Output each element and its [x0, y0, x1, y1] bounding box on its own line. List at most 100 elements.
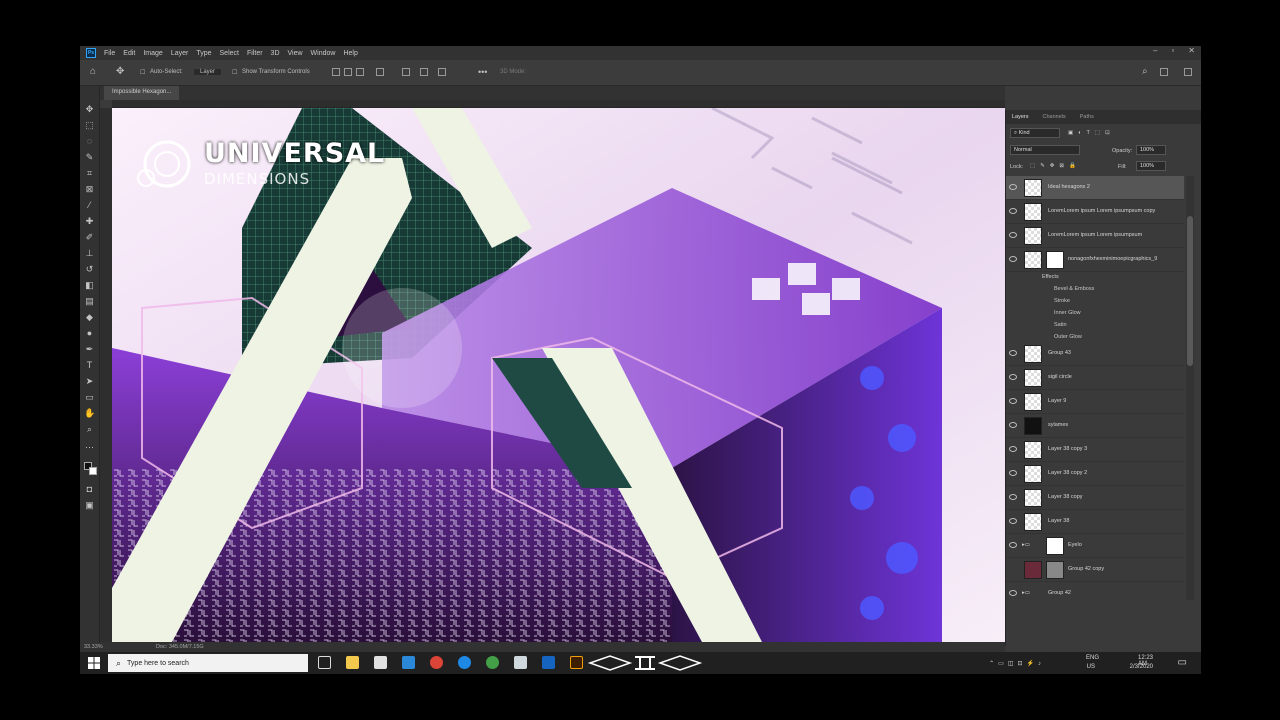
layers-scrollbar[interactable]	[1186, 176, 1194, 600]
document-canvas[interactable]: UNIVERSAL DIMENSIONS	[112, 108, 1005, 642]
document-tab[interactable]: Impossible Hexagon...	[104, 86, 180, 100]
visibility-eye-icon[interactable]	[1009, 184, 1017, 190]
menu-layer[interactable]: Layer	[167, 50, 193, 57]
visibility-eye-icon[interactable]	[1009, 518, 1017, 524]
pen-tool-icon[interactable]: ✒	[84, 344, 95, 355]
browser-icon[interactable]	[458, 656, 471, 669]
visibility-eye-icon[interactable]	[1009, 494, 1017, 500]
auto-select-checkbox[interactable]: ☐	[140, 69, 145, 76]
layer-row[interactable]: nonagonfxhexminimoepicgraphics_9	[1006, 248, 1184, 272]
brush-tool-icon[interactable]: ✐	[84, 232, 95, 243]
move-tool-icon[interactable]: ✥	[116, 66, 124, 77]
align-center-icon[interactable]	[344, 68, 352, 76]
eyedropper-tool-icon[interactable]: ⁄	[84, 200, 95, 211]
tab-layers[interactable]: Layers	[1012, 114, 1029, 120]
app-green-icon[interactable]	[486, 656, 499, 669]
menu-image[interactable]: Image	[139, 50, 166, 57]
chrome-icon[interactable]	[430, 656, 443, 669]
align-bottom-icon[interactable]	[438, 68, 446, 76]
app-blue-icon[interactable]	[542, 656, 555, 669]
opacity-field[interactable]: 100%	[1136, 145, 1166, 155]
hand-tool-icon[interactable]: ✋	[84, 408, 95, 419]
effect-satin[interactable]: Satin	[1054, 322, 1067, 328]
lasso-tool-icon[interactable]: ◌	[84, 136, 95, 147]
tab-channels[interactable]: Channels	[1043, 114, 1066, 120]
eraser-tool-icon[interactable]: ◧	[84, 280, 95, 291]
quick-select-tool-icon[interactable]: ✎	[84, 152, 95, 163]
show-transform-checkbox[interactable]: ☐	[232, 69, 237, 76]
move-tool-icon[interactable]: ✥	[84, 104, 95, 115]
visibility-eye-icon[interactable]	[1009, 542, 1017, 548]
scrollbar-thumb[interactable]	[1187, 216, 1193, 366]
visibility-eye-icon[interactable]	[1009, 590, 1017, 596]
more-options-icon[interactable]: •••	[478, 67, 487, 77]
more-tools-icon[interactable]: ⋯	[84, 442, 95, 453]
menu-help[interactable]: Help	[339, 50, 361, 57]
zoom-level[interactable]: 33.33%	[84, 644, 103, 650]
history-brush-icon[interactable]: ↺	[84, 264, 95, 275]
layer-row[interactable]: Layer 38 copy	[1006, 486, 1184, 510]
fill-field[interactable]: 100%	[1136, 161, 1166, 171]
tray-icons[interactable]: ⌃▭◫⊡⚡♪	[989, 660, 1045, 667]
background-color-swatch[interactable]	[89, 467, 97, 475]
dodge-tool-icon[interactable]: ●	[84, 328, 95, 339]
align-middle-icon[interactable]	[420, 68, 428, 76]
visibility-eye-icon[interactable]	[1009, 232, 1017, 238]
layer-row[interactable]: LoremLorem ipsum Lorem ipsumpsum copy	[1006, 200, 1184, 224]
effect-bevel-emboss[interactable]: Bevel & Emboss	[1054, 286, 1094, 292]
menu-3d[interactable]: 3D	[267, 50, 284, 57]
align-right-icon[interactable]	[356, 68, 364, 76]
task-view-icon[interactable]	[318, 656, 331, 669]
effect-outer-glow[interactable]: Outer Glow	[1054, 334, 1082, 340]
visibility-eye-icon[interactable]	[1009, 446, 1017, 452]
menu-file[interactable]: File	[100, 50, 119, 57]
align-top-icon[interactable]	[402, 68, 410, 76]
layer-row[interactable]: Layer 38 copy 2	[1006, 462, 1184, 486]
effect-inner-glow[interactable]: Inner Glow	[1054, 310, 1081, 316]
lock-icons[interactable]: ⬚✎✥⊠🔒	[1030, 163, 1081, 169]
menu-edit[interactable]: Edit	[119, 50, 139, 57]
path-select-icon[interactable]: ➤	[84, 376, 95, 387]
crop-tool-icon[interactable]: ⌗	[84, 168, 95, 179]
distribute-icon[interactable]	[376, 68, 384, 76]
quick-mask-icon[interactable]: ◘	[84, 484, 95, 495]
layer-row[interactable]: sylames	[1006, 414, 1184, 438]
layer-row[interactable]: Group 43	[1006, 342, 1184, 366]
taskbar-search-box[interactable]: ⌕ Type here to search	[108, 654, 308, 672]
screen-mode-icon[interactable]: ▣	[84, 500, 95, 511]
windows-start-icon[interactable]	[88, 657, 100, 669]
layer-row[interactable]: LoremLorem ipsum Lorem ipsumpsum	[1006, 224, 1184, 248]
notification-icon[interactable]: ▭	[1178, 657, 1187, 668]
visibility-eye-icon[interactable]	[1009, 256, 1017, 262]
menu-select[interactable]: Select	[216, 50, 243, 57]
mail-icon[interactable]	[402, 656, 415, 669]
menu-window[interactable]: Window	[307, 50, 340, 57]
home-icon[interactable]: ⌂	[90, 66, 96, 77]
zoom-tool-icon[interactable]: ⌕	[84, 424, 95, 435]
filter-type-icons[interactable]: ▣◐T⬚⊡	[1068, 130, 1115, 136]
layer-row[interactable]: Group 42 copy	[1006, 558, 1184, 582]
layer-row[interactable]: sigil circle	[1006, 366, 1184, 390]
search-icon[interactable]: ⌕	[1142, 66, 1148, 77]
language-indicator[interactable]: ENG	[1086, 655, 1099, 661]
visibility-eye-icon[interactable]	[1009, 374, 1017, 380]
layer-row[interactable]: Layer 38	[1006, 510, 1184, 534]
frame-tool-icon[interactable]: ⊠	[84, 184, 95, 195]
share-icon[interactable]	[1184, 68, 1192, 76]
layer-row[interactable]: ▸▭ Group 42	[1006, 582, 1184, 600]
maximize-icon[interactable]: ▫	[1171, 46, 1174, 55]
align-left-icon[interactable]	[332, 68, 340, 76]
visibility-eye-icon[interactable]	[1009, 470, 1017, 476]
type-tool-icon[interactable]: T	[84, 360, 95, 371]
close-icon[interactable]: ✕	[1188, 46, 1195, 55]
layer-row[interactable]: Layer 38 copy 3	[1006, 438, 1184, 462]
layer-row[interactable]: ▸▭ Eyelo	[1006, 534, 1184, 558]
menu-type[interactable]: Type	[192, 50, 215, 57]
layer-filter-kind-dropdown[interactable]: ⌕ Kind	[1010, 128, 1060, 138]
blend-mode-dropdown[interactable]: Normal	[1010, 145, 1080, 155]
app-settings-icon[interactable]	[514, 656, 527, 669]
visibility-eye-icon[interactable]	[1009, 422, 1017, 428]
shape-tool-icon[interactable]: ▭	[84, 392, 95, 403]
tab-paths[interactable]: Paths	[1080, 114, 1094, 120]
effect-stroke[interactable]: Stroke	[1054, 298, 1070, 304]
